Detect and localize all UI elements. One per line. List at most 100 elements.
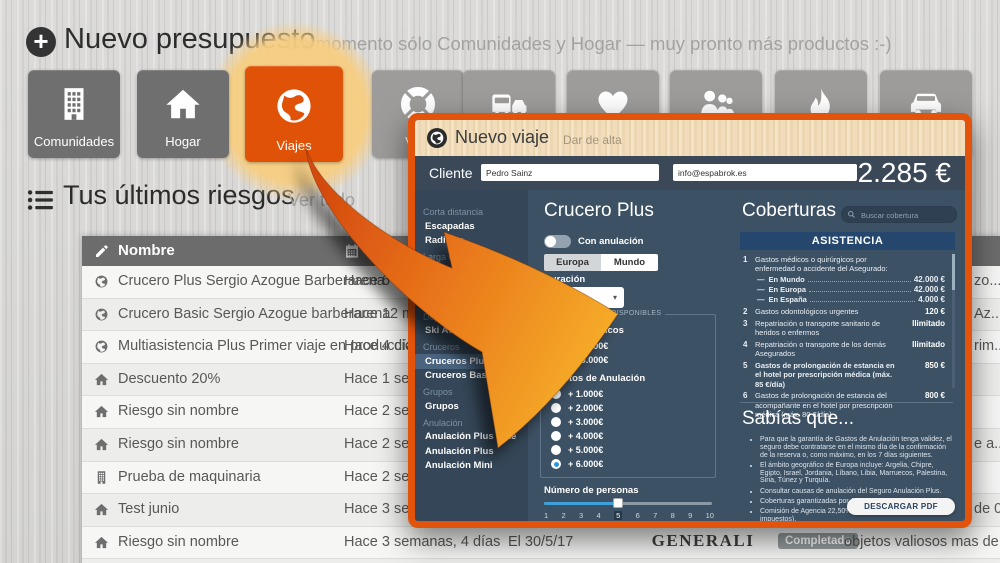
tile-viajes[interactable]: Viajes [245,66,343,162]
list-icon [26,186,54,219]
globe-icon [94,339,109,358]
tile-label: Comunidades [33,134,115,149]
radio-option[interactable]: + 4.000€ [551,429,707,443]
column-header-nombre[interactable]: Nombre [118,242,175,259]
coverages-title: Coberturas [742,200,836,221]
tip-item: Para que la garantía de Gastos de Anulac… [760,436,953,459]
nav-item-anulación-plus[interactable]: Anulación Plus [415,444,528,459]
dotted-leader [809,301,916,303]
risk-name: Riesgo sin nombre [118,403,239,420]
nav-item-multiasistencia-plus[interactable]: Multiasistencia Plus [415,279,528,294]
duration-label: Duración [544,274,586,285]
radio-icon [551,459,561,469]
coverage-search-input[interactable] [859,208,953,222]
persons-label: Número de personas [544,485,639,496]
radio-label: + 5.000€ [568,445,604,455]
radio-icon [551,403,561,413]
coverage-amount: 850 € [924,360,945,370]
coverage-amount: 120 € [924,306,945,316]
slider-tick-6: 6 [635,511,640,520]
client-email-input[interactable] [673,164,857,181]
coverage-body: Gastos de prolongación de estancia en el… [755,361,945,389]
chevron-down-icon: ▾ [612,293,617,302]
zone-button-europa[interactable]: Europa [544,254,601,271]
radio-option[interactable]: + 2.000€ [551,401,707,415]
dash-icon: — [757,274,765,284]
radio-icon [551,417,561,427]
column-header-alta[interactable]: Alta [366,242,394,259]
risk-description-fragment: Az... [974,305,1000,322]
table-row[interactable]: Riesgo sin nombre Hace 3 semanas, 4 días E… [82,526,1000,560]
nav-item-grupos[interactable]: Grupos [415,399,528,414]
radio-icon [551,445,561,455]
coverage-item: 2 Gastos odontológicos urgentes 120 € [743,307,945,316]
coverage-sub-amount: 4.000 € [918,295,945,305]
slider-tick-2: 2 [561,511,566,520]
client-name-input[interactable] [481,164,659,181]
coverage-sub-amount: 42.000 € [913,284,945,294]
coverage-sub-amount: 42.000 € [913,274,945,284]
product-config-panel: Crucero Plus Con anulación Europa Mundo D… [528,190,728,521]
tile-hogar[interactable]: Hogar [137,70,229,158]
nav-item-escapadas[interactable]: Escapadas [415,219,528,234]
medical-group-label: Gastos Médicos [551,325,624,336]
slider-handle[interactable] [612,498,623,508]
slider-tick-5: 5 [614,511,623,520]
medical-options: + 25.000€ + 50.000€ [551,339,707,367]
radio-icon [551,341,561,351]
risk-name: Test junio [118,501,180,518]
tile-comunidades[interactable]: Comunidades [28,70,120,158]
radio-label: + 50.000€ [568,355,609,365]
zone-button-mundo[interactable]: Mundo [601,254,658,271]
nav-item-cruceros-plus[interactable]: Cruceros Plus [415,354,528,369]
slider-tick-7: 7 [653,511,658,520]
pencil-icon [94,243,110,263]
nav-section-header: Cruceros [423,342,460,352]
coverage-amount: 800 € [924,391,945,401]
nuevo-viaje-modal: Nuevo viaje Dar de alta Cliente 2.285 € … [408,113,972,528]
radio-option[interactable]: + 5.000€ [551,443,707,457]
nav-section-header: Deportivo [423,311,462,322]
house-icon [137,85,229,128]
radio-label: + 3.000€ [568,417,604,427]
nav-item-radiales[interactable]: Radiales [415,234,528,249]
nav-item-anulación-plus-élite[interactable]: Anulación Plus Élite [415,430,528,445]
scrollbar-thumb[interactable] [952,254,955,290]
radio-option[interactable]: + 1.000€ [551,387,707,401]
coverage-sub-label: En Europa [768,284,807,294]
duration-dropdown[interactable]: 84 días ▾ [544,287,624,308]
globe-icon [94,274,109,293]
coverage-item: 1 Gastos médicos o quirúrgicos por enferm… [743,255,945,304]
nav-section-header: Larga distancia [423,252,485,262]
radio-option[interactable]: + 6.000€ [551,457,707,471]
radio-option[interactable]: + 3.000€ [551,415,707,429]
radio-option[interactable]: + 50.000€ [551,353,707,367]
coverages-panel: Coberturas ASISTENCIA 1 Gastos médicos o … [728,190,965,521]
plus-icon [26,27,56,57]
toggle-knob [545,236,556,247]
radio-option[interactable]: + 25.000€ [551,339,707,353]
anulacion-toggle[interactable] [544,235,571,248]
nav-item-ski-aventura-plus[interactable]: Ski Aventura Plus [415,324,528,339]
tip-item: Precios válidos hasta 31/01/2018. [760,526,953,528]
coverage-text: Gastos médicos o quirúrgicos por enferme… [755,255,888,274]
fieldset-legend: AMPLIACIONES DISPONIBLES [549,310,666,317]
tile-label: Viajes [276,138,312,153]
coverage-search [841,206,957,223]
coverage-sub-label: En España [768,295,807,305]
divider [740,402,953,403]
client-label: Cliente [429,165,473,181]
download-pdf-button[interactable]: DESCARGAR PDF [847,498,955,515]
nav-section-header: Corta distancia [423,207,484,217]
nav-item-anulación-mini[interactable]: Anulación Mini [415,459,528,474]
nav-item-multitravel[interactable]: Multitravel [415,293,528,308]
modal-subtitle: Dar de alta [563,133,622,147]
radio-icon [551,431,561,441]
calendar-icon [344,243,360,263]
modal-body: Corta distancia Escapadas Radiales Larga di… [415,190,965,521]
slider-tick-3: 3 [579,511,584,520]
nav-item-cruceros-basic[interactable]: Cruceros Basic [415,369,528,384]
table-row[interactable]: Prueba fallo superficie aseguradaHace 3 … [82,559,1000,563]
coverage-text: Repatriación o transporte sanitario de h… [755,318,881,338]
nav-item-multiasistencia[interactable]: Multiasistencia [415,264,528,279]
